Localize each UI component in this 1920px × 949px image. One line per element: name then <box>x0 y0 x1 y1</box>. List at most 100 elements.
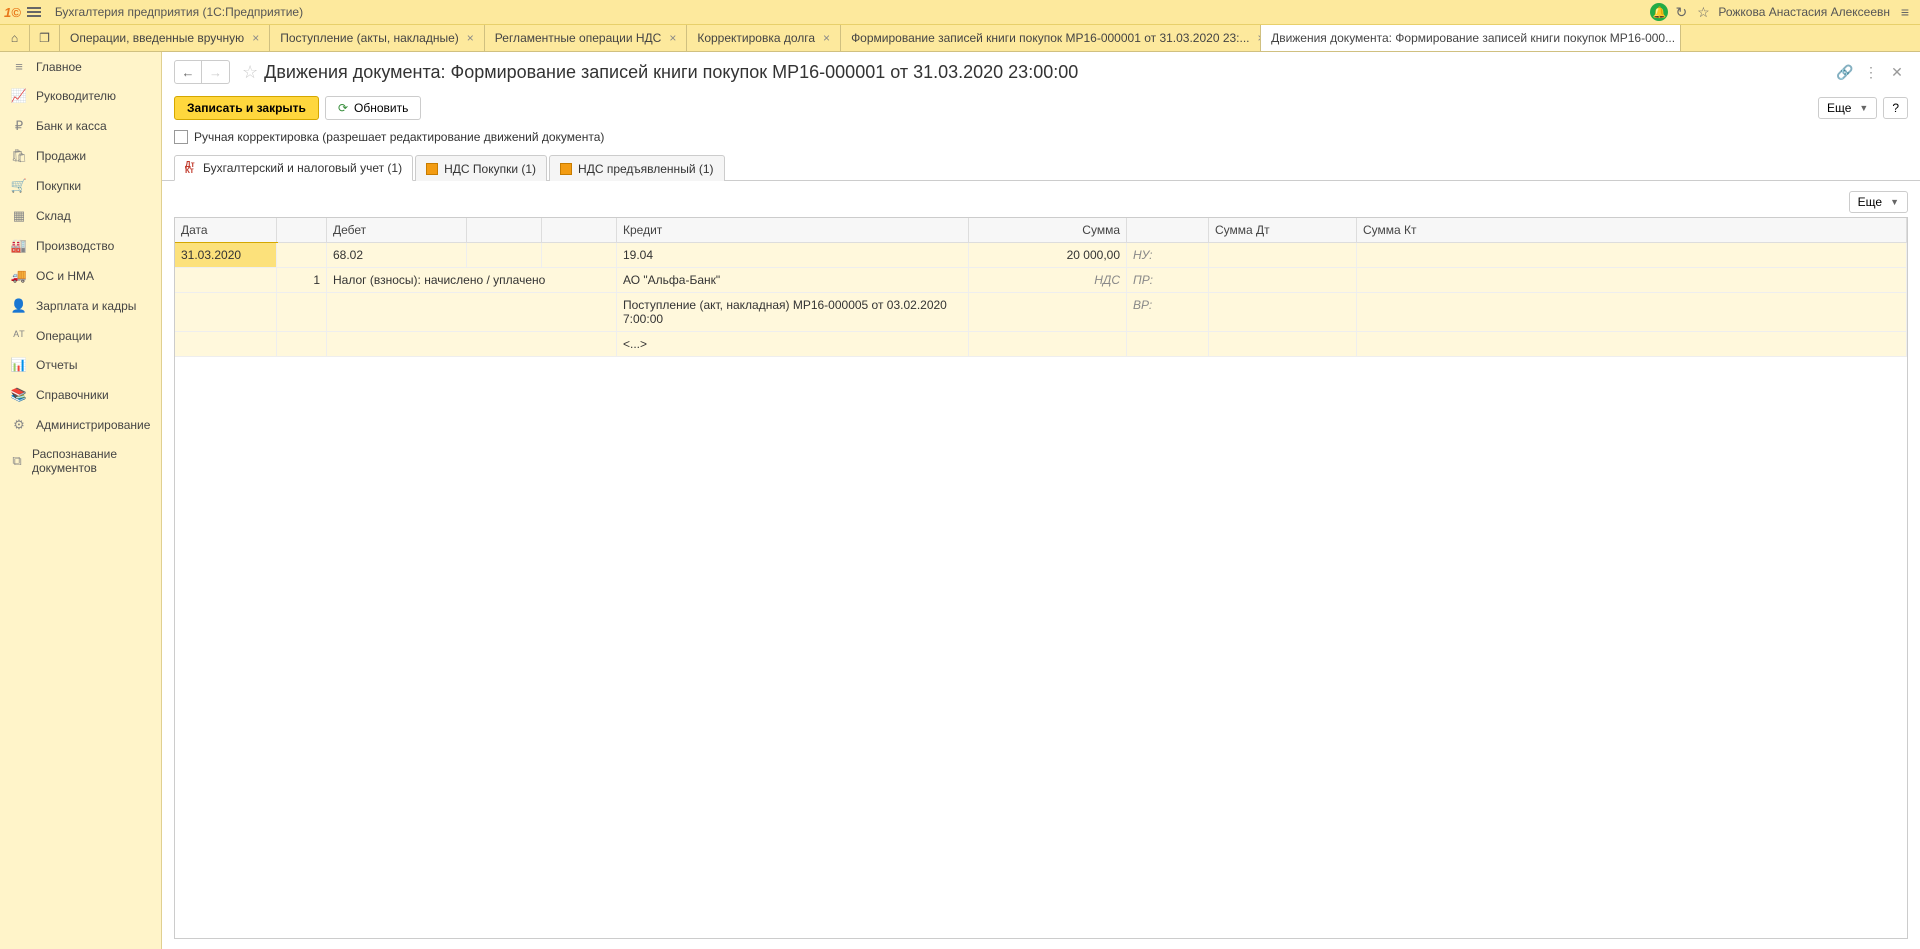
sidebar-icon: ₽ <box>10 118 28 134</box>
cell-sumdt[interactable] <box>1209 268 1357 293</box>
sidebar-item-3[interactable]: 🛍Продажи <box>0 141 161 171</box>
grid-more-button[interactable]: Еще▼ <box>1849 191 1908 213</box>
sidebar-item-9[interactable]: ᴬᵀОперации <box>0 321 161 350</box>
cell-deb-sub3[interactable] <box>327 332 617 357</box>
cell-seq[interactable] <box>277 243 327 268</box>
close-icon[interactable]: × <box>823 31 830 45</box>
tab-label: Поступление (акты, накладные) <box>280 31 459 45</box>
sidebar-item-8[interactable]: 👤Зарплата и кадры <box>0 291 161 321</box>
sidebar-item-1[interactable]: 📈Руководителю <box>0 81 161 111</box>
home-icon[interactable]: ⌂ <box>0 25 30 51</box>
col-sumd[interactable] <box>1127 218 1209 242</box>
cell-vr[interactable]: ВР: <box>1127 293 1209 332</box>
col-date[interactable]: Дата <box>175 218 277 242</box>
cell-sum2[interactable] <box>969 293 1127 332</box>
manual-edit-checkbox[interactable] <box>174 130 188 144</box>
bell-icon[interactable]: 🔔 <box>1648 1 1670 23</box>
cell-sumkt[interactable] <box>1357 268 1907 293</box>
sidebar-icon: 🛍 <box>10 148 28 164</box>
cell-sumkt[interactable] <box>1357 243 1907 268</box>
cell-pr[interactable]: ПР: <box>1127 268 1209 293</box>
cell-sumd3[interactable] <box>1127 332 1209 357</box>
cell-date[interactable] <box>175 293 277 332</box>
tab-4[interactable]: Формирование записей книги покупок МР16-… <box>841 25 1261 51</box>
cell-cr-acc[interactable]: 19.04 <box>617 243 969 268</box>
cell-seq[interactable]: 1 <box>277 268 327 293</box>
cell-sumdt[interactable] <box>1209 243 1357 268</box>
save-close-button[interactable]: Записать и закрыть <box>174 96 319 120</box>
sidebar-label: Руководителю <box>36 89 116 103</box>
sidebar-item-11[interactable]: 📚Справочники <box>0 380 161 410</box>
cell-cr-sub2[interactable]: Поступление (акт, накладная) МР16-000005… <box>617 293 969 332</box>
cell-sumdt[interactable] <box>1209 293 1357 332</box>
cell-nu[interactable]: НУ: <box>1127 243 1209 268</box>
refresh-button[interactable]: ⟳Обновить <box>325 96 421 120</box>
cell-sum[interactable]: 20 000,00 <box>969 243 1127 268</box>
col-credit[interactable]: Кредит <box>617 218 969 242</box>
sidebar-item-0[interactable]: ≡Главное <box>0 52 161 81</box>
col-sumkt[interactable]: Сумма Кт <box>1357 218 1907 242</box>
cell-cr-sub1[interactable]: АО "Альфа-Банк" <box>617 268 969 293</box>
cell-deb-sub[interactable]: Налог (взносы): начислено / уплачено <box>327 268 617 293</box>
inner-tab-0[interactable]: ДтКтБухгалтерский и налоговый учет (1) <box>174 155 413 181</box>
sidebar-item-13[interactable]: ⧉Распознавание документов <box>0 440 161 482</box>
sidebar-item-7[interactable]: 🚚ОС и НМА <box>0 261 161 291</box>
cell-seq[interactable] <box>277 332 327 357</box>
cell-deb3[interactable] <box>542 243 617 268</box>
sidebar-item-5[interactable]: ▦Склад <box>0 201 161 231</box>
cell-sumdt[interactable] <box>1209 332 1357 357</box>
tab-2[interactable]: Регламентные операции НДС× <box>485 25 688 51</box>
close-icon[interactable]: ✕ <box>1886 61 1908 83</box>
col-debit2[interactable] <box>467 218 542 242</box>
accounting-grid[interactable]: Дата Дебет Кредит Сумма Сумма Дт Сумма К… <box>174 217 1908 939</box>
col-sum[interactable]: Сумма <box>969 218 1127 242</box>
sidebar-item-12[interactable]: ⚙Администрирование <box>0 410 161 440</box>
cell-sumkt[interactable] <box>1357 332 1907 357</box>
cell-date[interactable] <box>175 332 277 357</box>
cell-deb-sub2[interactable] <box>327 293 617 332</box>
favorite-star-icon[interactable]: ☆ <box>242 62 258 83</box>
col-seq[interactable] <box>277 218 327 242</box>
cell-sumlab[interactable]: НДС <box>969 268 1127 293</box>
titlebar: 1© Бухгалтерия предприятия (1С:Предприят… <box>0 0 1920 24</box>
windows-icon[interactable]: ❐ <box>30 25 60 51</box>
tab-label: Корректировка долга <box>697 31 815 45</box>
tab-1[interactable]: Поступление (акты, накладные) × <box>270 25 485 51</box>
sidebar-item-10[interactable]: 📊 Отчеты <box>0 350 161 380</box>
sidebar-item-6[interactable]: 🏭Производство <box>0 231 161 261</box>
cell-date[interactable]: 31.03.2020 <box>175 243 277 268</box>
close-icon[interactable]: × <box>252 31 259 45</box>
hamburger-icon[interactable] <box>27 5 45 19</box>
star-icon[interactable]: ☆ <box>1692 1 1714 23</box>
inner-tab-1[interactable]: НДС Покупки (1) <box>415 155 547 181</box>
cell-cr-sub3[interactable]: <...> <box>617 332 969 357</box>
settings-icon[interactable]: ≡ <box>1894 1 1916 23</box>
close-icon[interactable]: × <box>467 31 474 45</box>
col-sumdt[interactable]: Сумма Дт <box>1209 218 1357 242</box>
help-button[interactable]: ? <box>1883 97 1908 119</box>
col-debit3[interactable] <box>542 218 617 242</box>
cell-sum3[interactable] <box>969 332 1127 357</box>
cell-deb-acc[interactable]: 68.02 <box>327 243 467 268</box>
kebab-icon[interactable]: ⋮ <box>1860 61 1882 83</box>
tab-0[interactable]: Операции, введенные вручную× <box>60 25 270 51</box>
nav-back-button[interactable]: ← <box>174 60 202 84</box>
sidebar-item-2[interactable]: ₽Банк и касса <box>0 111 161 141</box>
col-debit[interactable]: Дебет <box>327 218 467 242</box>
tab-5[interactable]: Движения документа: Формирование записей… <box>1261 25 1681 51</box>
cell-seq[interactable] <box>277 293 327 332</box>
sidebar-icon: 📊 <box>10 357 28 373</box>
link-icon[interactable]: 🔗 <box>1834 61 1856 83</box>
cell-sumkt[interactable] <box>1357 293 1907 332</box>
more-button[interactable]: Еще▼ <box>1818 97 1877 119</box>
history-icon[interactable]: ↻ <box>1670 1 1692 23</box>
user-name[interactable]: Рожкова Анастасия Алексеевн <box>1714 5 1894 19</box>
more-label: Еще <box>1827 101 1851 115</box>
close-icon[interactable]: × <box>669 31 676 45</box>
sidebar-label: Отчеты <box>36 358 77 372</box>
cell-date[interactable] <box>175 268 277 293</box>
tab-3[interactable]: Корректировка долга × <box>687 25 841 51</box>
cell-deb2[interactable] <box>467 243 542 268</box>
inner-tab-2[interactable]: НДС предъявленный (1) <box>549 155 724 181</box>
sidebar-item-4[interactable]: 🛒Покупки <box>0 171 161 201</box>
